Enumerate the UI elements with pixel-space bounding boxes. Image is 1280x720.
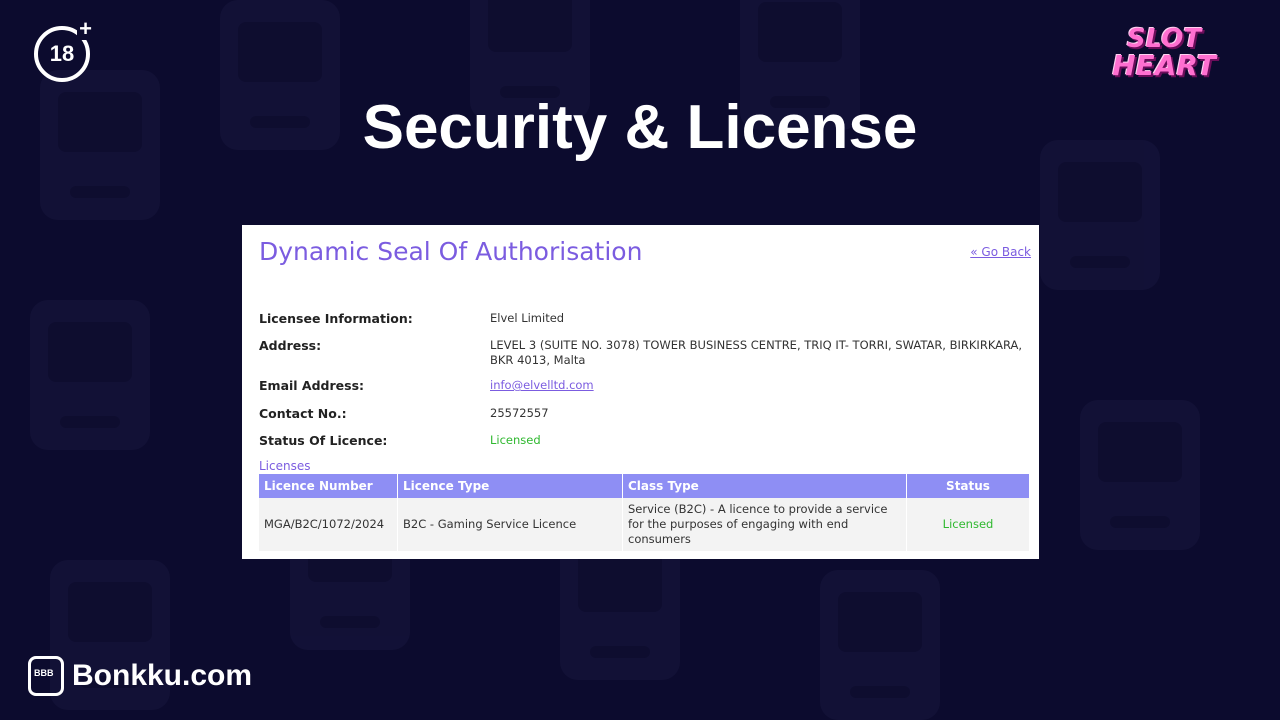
licence-type-cell: B2C - Gaming Service Licence xyxy=(397,498,623,551)
info-value: 25572557 xyxy=(490,406,549,420)
age-badge-plus: + xyxy=(77,16,94,41)
status-value: Licensed xyxy=(490,433,541,447)
footer-brand-text: Bonkku.com xyxy=(72,659,253,692)
table-row: MGA/B2C/1072/2024 B2C - Gaming Service L… xyxy=(259,498,1030,551)
column-header: Licence Number xyxy=(259,474,398,498)
column-header: Licence Type xyxy=(397,474,623,498)
info-label: Status Of Licence: xyxy=(259,433,388,448)
info-label: Contact No.: xyxy=(259,406,347,421)
licence-number-cell: MGA/B2C/1072/2024 xyxy=(259,498,398,551)
age-badge-number: 18 xyxy=(49,41,75,66)
licenses-label: Licenses xyxy=(259,459,311,473)
page-title: Security & License xyxy=(362,93,918,162)
age-restriction-icon: 18 + xyxy=(34,18,94,82)
logo-line-2: HEART xyxy=(1112,49,1216,82)
class-type-cell: Service (B2C) - A licence to provide a s… xyxy=(622,498,907,551)
license-panel: Dynamic Seal Of Authorisation « Go Back … xyxy=(242,225,1039,559)
info-value: LEVEL 3 (SUITE NO. 3078) TOWER BUSINESS … xyxy=(490,338,1023,367)
email-link[interactable]: info@elvelltd.com xyxy=(490,378,1030,393)
info-value: Elvel Limited xyxy=(490,311,565,325)
info-label: Licensee Information: xyxy=(259,311,413,326)
column-header: Status xyxy=(906,474,1030,498)
table-header-row: Licence Number Licence Type Class Type S… xyxy=(259,474,1030,498)
status-cell: Licensed xyxy=(906,498,1030,551)
footer-brand: Bonkku.com xyxy=(28,656,252,696)
go-back-link[interactable]: « Go Back xyxy=(970,245,1031,259)
info-label: Address: xyxy=(259,338,322,353)
panel-heading: Dynamic Seal Of Authorisation xyxy=(259,237,643,266)
slot-machine-icon xyxy=(28,656,64,696)
column-header: Class Type xyxy=(622,474,907,498)
info-label: Email Address: xyxy=(259,378,365,393)
slot-heart-logo: SLOT HEART xyxy=(1112,18,1216,88)
licenses-table: Licence Number Licence Type Class Type S… xyxy=(259,474,1030,551)
